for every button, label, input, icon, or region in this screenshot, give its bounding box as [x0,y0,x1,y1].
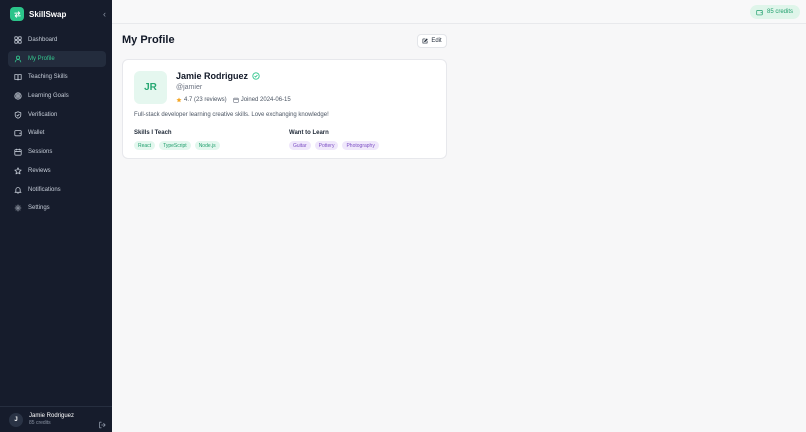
logout-icon[interactable] [98,416,106,429]
topbar: 85 credits [112,0,806,24]
profile-handle: @jamier [176,84,203,91]
profile-avatar: JR [134,71,167,104]
page-title: My Profile [122,34,175,46]
skill-tag: Guitar [289,141,311,150]
credits-badge-label: 85 credits [766,9,793,15]
sidebar-user-name: Jamie Rodriguez [29,413,75,419]
skillswap-logo-icon [10,7,24,21]
avatar[interactable]: J [9,412,23,427]
star-icon [176,97,182,103]
profile-name-row: Jamie Rodriguez [176,71,260,81]
skill-tag: TypeScript [159,141,191,150]
calendar-icon [232,97,239,103]
sidebar-item-verification[interactable]: Verification [8,107,106,123]
profile-rating: 4.7 (23 reviews) [184,97,227,103]
sidebar-nav: Dashboard My Profile Teaching Skills Lea… [8,32,106,219]
user-icon [14,55,22,63]
profile-joined: Joined 2024-06-15 [240,97,291,103]
edit-profile-button[interactable]: Edit [417,34,447,48]
star-icon [14,167,22,175]
profile-bio: Full-stack developer learning creative s… [134,112,329,118]
skill-tag: Pottery [314,141,339,150]
sidebar-item-my-profile[interactable]: My Profile [8,50,106,67]
sidebar-item-label: Teaching Skills [28,74,68,81]
profile-meta: 4.7 (23 reviews) Joined 2024-06-15 [176,97,291,103]
sidebar-item-reviews[interactable]: Reviews [8,163,106,179]
sidebar-user-info: Jamie Rodriguez 85 credits [29,413,74,426]
sidebar-item-teaching-skills[interactable]: Teaching Skills [8,69,106,85]
skills-teach-label: Skills I Teach [134,130,172,136]
sidebar-item-label: Learning Goals [28,93,69,100]
sidebar-item-label: Sessions [28,149,53,156]
sidebar-item-learning-goals[interactable]: Learning Goals [8,88,106,104]
skill-tag: Node.js [194,141,220,150]
calendar-icon [14,148,22,156]
sidebar-item-label: Dashboard [28,37,58,43]
sidebar-item-label: Reviews [28,167,51,174]
shield-check-icon [14,111,22,119]
sidebar: SkillSwap ‹ Dashboard My Profile Teachin… [0,0,112,432]
skill-tag: Photography [342,141,379,150]
wallet-icon [756,9,763,15]
target-icon [14,92,22,100]
skills-learn-label: Want to Learn [289,130,329,136]
sidebar-item-label: My Profile [28,55,55,62]
sidebar-item-dashboard[interactable]: Dashboard [8,32,106,48]
profile-name: Jamie Rodriguez [176,71,249,81]
credits-badge[interactable]: 85 credits [749,5,800,19]
sidebar-item-label: Settings [28,205,50,212]
skills-teach-tags: React TypeScript Node.js [134,141,224,150]
skill-tag: React [134,141,156,150]
sidebar-item-label: Verification [28,111,58,118]
verified-check-icon [252,72,260,80]
skills-learn-tags: Guitar Pottery Photography [289,141,383,150]
bell-icon [14,186,22,194]
sidebar-user: J Jamie Rodriguez 85 credits [0,406,112,432]
edit-icon [422,38,428,44]
sidebar-item-label: Wallet [28,130,45,137]
brand-name: SkillSwap [29,9,67,19]
sidebar-item-settings[interactable]: Settings [8,200,106,216]
profile-card: JR Jamie Rodriguez @jamier 4.7 (23 revie… [122,59,447,159]
book-icon [14,73,22,81]
collapse-sidebar-icon[interactable]: ‹ [103,7,106,21]
sidebar-item-notifications[interactable]: Notifications [8,182,106,198]
sidebar-item-wallet[interactable]: Wallet [8,125,106,141]
sidebar-item-sessions[interactable]: Sessions [8,144,106,160]
sidebar-item-label: Notifications [28,186,61,193]
brand[interactable]: SkillSwap ‹ [10,6,106,22]
grid-icon [14,36,22,44]
edit-button-label: Edit [431,38,442,44]
gear-icon [14,204,22,212]
wallet-icon [14,129,22,137]
sidebar-user-credits: 85 credits [29,420,51,426]
